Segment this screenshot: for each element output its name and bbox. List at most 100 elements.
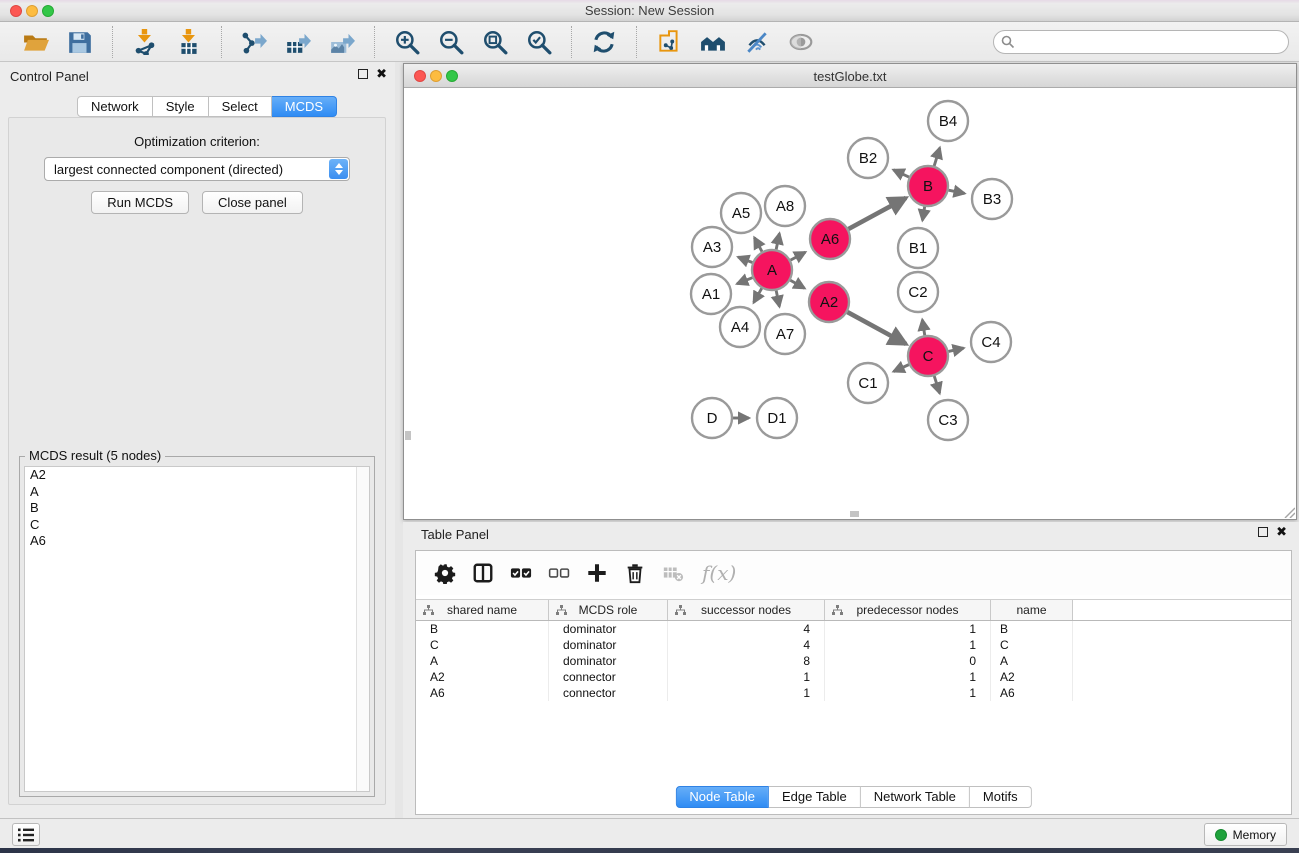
table-cell[interactable]: B [416,621,549,637]
table-row[interactable]: Bdominator41B [416,621,1291,637]
graph-edge-A-A8[interactable] [776,233,779,249]
table-cell[interactable]: 0 [825,653,991,669]
result-list-item[interactable]: B [25,500,369,517]
result-list-item[interactable]: A6 [25,533,369,550]
graph-edge-A-A5[interactable] [754,238,762,252]
network-graph[interactable]: B4B2BB3A5A8A6B1A3AC2A1A2A4A7C4CC1DD1C3 [404,88,1296,519]
graph-node-A6[interactable]: A6 [810,219,850,259]
select-all-button[interactable] [504,557,538,589]
graph-edge-A-A1[interactable] [737,278,752,284]
zoom-in-button[interactable] [385,25,429,59]
delete-table-button[interactable] [656,557,690,589]
apply-layout-button[interactable] [582,25,626,59]
graph-node-A5[interactable]: A5 [721,193,761,233]
graph-node-A3[interactable]: A3 [692,227,732,267]
table-cell[interactable]: A6 [991,685,1073,701]
graph-node-B2[interactable]: B2 [848,138,888,178]
result-list-item[interactable]: A [25,484,369,501]
search-input[interactable] [993,30,1289,54]
table-cell[interactable]: A [991,653,1073,669]
graph-node-C[interactable]: C [908,336,948,376]
save-session-button[interactable] [58,25,102,59]
column-header-predecessor-nodes[interactable]: predecessor nodes [825,600,991,620]
graph-edge-B-B4[interactable] [934,148,940,166]
table-cell[interactable]: 1 [668,685,825,701]
graph-node-C3[interactable]: C3 [928,400,968,440]
graph-edge-A6-B[interactable] [848,198,906,229]
table-cell[interactable]: 1 [825,621,991,637]
graph-edge-C-C3[interactable] [934,376,939,393]
tab-select[interactable]: Select [209,96,272,117]
export-image-button[interactable] [320,25,364,59]
columns-button[interactable] [466,557,500,589]
graph-node-D[interactable]: D [692,398,732,438]
tab-style[interactable]: Style [153,96,209,117]
settings-button[interactable] [428,557,462,589]
tab-node-table[interactable]: Node Table [675,786,769,808]
network-window-titlebar[interactable]: testGlobe.txt [404,64,1296,88]
graph-node-C1[interactable]: C1 [848,363,888,403]
vertical-scroll-nub[interactable] [405,431,411,440]
graph-edge-A-A2[interactable] [790,280,804,288]
open-session-button[interactable] [14,25,58,59]
table-row[interactable]: Cdominator41C [416,637,1291,653]
float-panel-icon[interactable] [358,69,368,79]
result-list-scrollbar[interactable] [356,467,369,791]
graph-edge-C-C4[interactable] [948,348,963,351]
close-panel-button[interactable]: Close panel [202,191,303,214]
network-canvas[interactable]: B4B2BB3A5A8A6B1A3AC2A1A2A4A7C4CC1DD1C3 [404,88,1296,519]
table-cell[interactable]: 4 [668,621,825,637]
graph-edge-B-B2[interactable] [893,170,909,177]
delete-entry-button[interactable] [618,557,652,589]
table-cell[interactable]: connector [549,669,668,685]
graph-node-B4[interactable]: B4 [928,101,968,141]
graph-edge-B-B3[interactable] [949,190,965,193]
graph-node-A[interactable]: A [752,250,792,290]
tab-motifs[interactable]: Motifs [970,786,1032,808]
graph-node-A8[interactable]: A8 [765,186,805,226]
table-cell[interactable]: 4 [668,637,825,653]
table-close-panel-icon[interactable]: ✖ [1276,527,1287,537]
new-network-from-selection-button[interactable] [647,25,691,59]
column-header-successor-nodes[interactable]: successor nodes [668,600,825,620]
export-table-button[interactable] [276,25,320,59]
graph-edge-A-A7[interactable] [776,291,779,307]
graph-node-A4[interactable]: A4 [720,307,760,347]
column-header-MCDS-role[interactable]: MCDS role [549,600,668,620]
table-cell[interactable]: A [416,653,549,669]
graph-edge-C-C2[interactable] [922,320,924,336]
tab-network-table[interactable]: Network Table [861,786,970,808]
add-entry-button[interactable] [580,557,614,589]
table-cell[interactable]: 1 [825,685,991,701]
memory-button[interactable]: Memory [1204,823,1287,846]
table-cell[interactable]: dominator [549,653,668,669]
graph-node-C2[interactable]: C2 [898,272,938,312]
zoom-selected-button[interactable] [517,25,561,59]
function-builder-button[interactable]: f(x) [702,561,736,585]
graph-edge-A-A6[interactable] [791,252,806,260]
result-list-item[interactable]: C [25,517,369,534]
table-row[interactable]: Adominator80A [416,653,1291,669]
result-list-item[interactable]: A2 [25,467,369,484]
run-mcds-button[interactable]: Run MCDS [91,191,189,214]
table-row[interactable]: A6connector11A6 [416,685,1291,701]
criterion-dropdown[interactable]: largest connected component (directed) [44,157,350,181]
graph-node-C4[interactable]: C4 [971,322,1011,362]
tab-edge-table[interactable]: Edge Table [769,786,861,808]
panel-menu-button[interactable] [12,823,40,846]
graph-node-A7[interactable]: A7 [765,314,805,354]
column-header-name[interactable]: name [991,600,1073,620]
graph-edge-C-C1[interactable] [894,365,909,372]
table-row[interactable]: A2connector11A2 [416,669,1291,685]
zoom-fit-button[interactable] [473,25,517,59]
graph-node-B1[interactable]: B1 [898,228,938,268]
resize-grip-icon[interactable] [1282,505,1295,518]
network-overview-button[interactable] [691,25,735,59]
table-cell[interactable]: dominator [549,621,668,637]
birds-eye-view-button[interactable] [779,25,823,59]
table-cell[interactable]: 8 [668,653,825,669]
graph-node-B3[interactable]: B3 [972,179,1012,219]
hide-graphics-details-button[interactable] [735,25,779,59]
table-cell[interactable]: A2 [416,669,549,685]
table-cell[interactable]: 1 [825,669,991,685]
